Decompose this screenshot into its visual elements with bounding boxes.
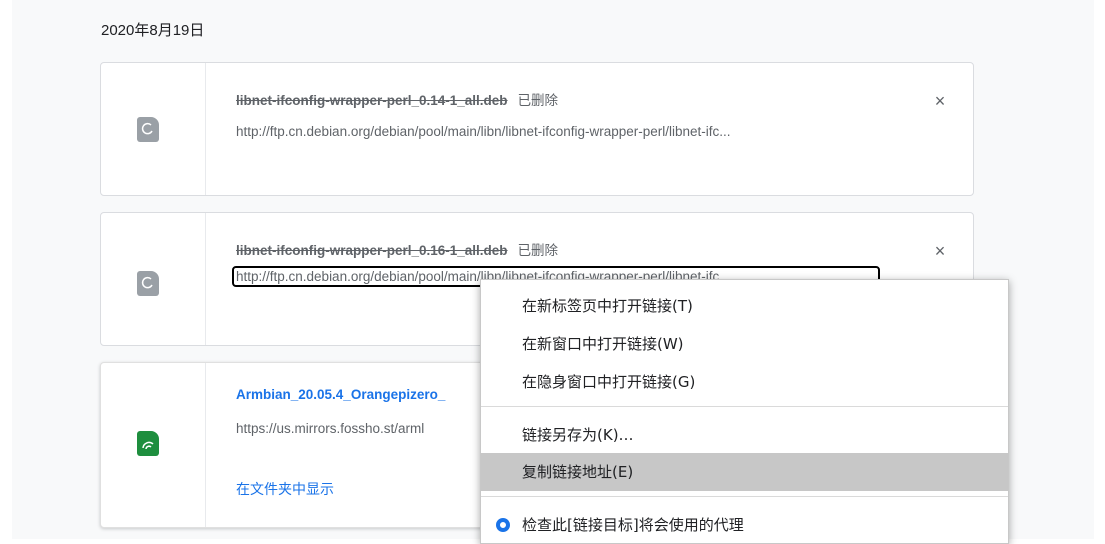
remove-button[interactable]: ×	[933, 242, 947, 260]
debian-file-icon	[137, 271, 159, 296]
file-name: libnet-ifconfig-wrapper-perl_0.14-1_all.…	[236, 93, 508, 108]
file-icon-column	[101, 63, 206, 195]
file-name-row: libnet-ifconfig-wrapper-perl_0.16-1_all.…	[236, 239, 558, 259]
context-menu: 在新标签页中打开链接(T) 在新窗口中打开链接(W) 在隐身窗口中打开链接(G)…	[480, 279, 1009, 544]
menu-item-check-proxy[interactable]: 检查此[链接目标]将会使用的代理	[481, 506, 1008, 544]
file-url-link[interactable]: https://us.mirrors.fossho.st/arml	[236, 421, 476, 436]
date-header: 2020年8月19日	[101, 22, 205, 39]
menu-item-open-new-tab[interactable]: 在新标签页中打开链接(T)	[481, 287, 1008, 325]
file-icon-column	[101, 213, 206, 345]
menu-item-open-incognito[interactable]: 在隐身窗口中打开链接(G)	[481, 363, 1008, 401]
remove-button[interactable]: ×	[933, 92, 947, 110]
file-icon-column	[101, 363, 206, 527]
torrent-file-icon	[137, 431, 159, 456]
proxy-extension-icon	[496, 518, 510, 532]
file-name-row: libnet-ifconfig-wrapper-perl_0.14-1_all.…	[236, 89, 558, 109]
menu-separator	[481, 496, 1008, 497]
status-text: 已删除	[517, 93, 559, 108]
menu-item-copy-link-address[interactable]: 复制链接地址(E)	[481, 453, 1008, 491]
menu-item-label: 检查此[链接目标]将会使用的代理	[522, 516, 744, 534]
file-name-link[interactable]: Armbian_20.05.4_Orangepizero_	[236, 387, 445, 402]
file-name: libnet-ifconfig-wrapper-perl_0.16-1_all.…	[236, 243, 508, 258]
show-in-folder-link[interactable]: 在文件夹中显示	[236, 479, 334, 499]
download-card: libnet-ifconfig-wrapper-perl_0.14-1_all.…	[100, 62, 974, 196]
status-text: 已删除	[517, 243, 559, 258]
menu-separator	[481, 406, 1008, 407]
menu-item-open-new-window[interactable]: 在新窗口中打开链接(W)	[481, 325, 1008, 363]
file-url-link[interactable]: http://ftp.cn.debian.org/debian/pool/mai…	[236, 124, 896, 139]
menu-item-save-link-as[interactable]: 链接另存为(K)…	[481, 416, 1008, 454]
debian-file-icon	[137, 117, 159, 142]
